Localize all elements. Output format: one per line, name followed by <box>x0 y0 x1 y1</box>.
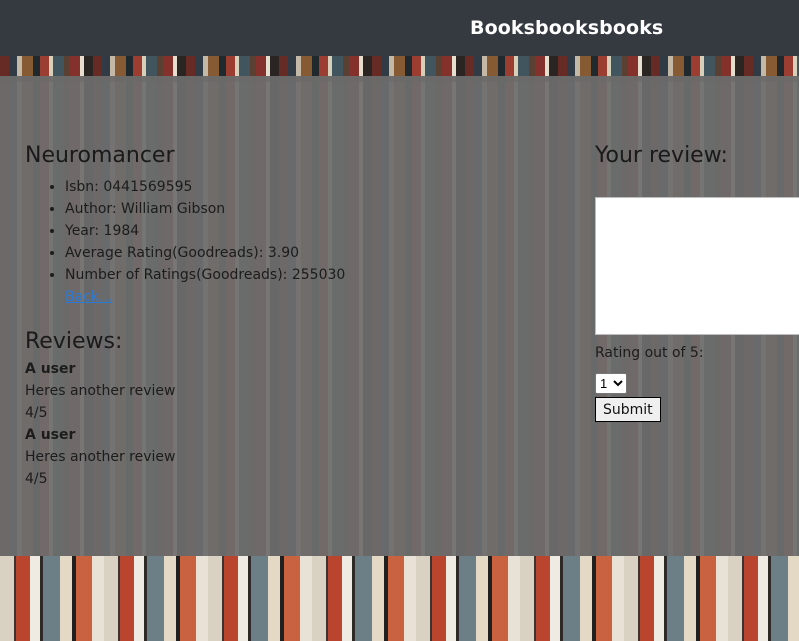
book-title: Neuromancer <box>25 143 175 168</box>
rating-label: Rating out of 5: <box>595 345 704 361</box>
review-item: A user Heres another review 4/5 <box>25 358 565 424</box>
review-item: A user Heres another review 4/5 <box>25 424 565 490</box>
reviews-heading: Reviews: <box>25 329 123 354</box>
book-details-list: Isbn: 0441569595 Author: William Gibson … <box>25 176 565 286</box>
bookshelf-foreground <box>0 556 799 641</box>
navbar: Booksbooksbooks <box>0 0 799 56</box>
review-score: 4/5 <box>25 471 48 487</box>
review-text: Heres another review <box>25 383 176 399</box>
submit-button[interactable]: Submit <box>595 397 661 422</box>
your-review-heading: Your review: <box>595 143 728 168</box>
review-score: 4/5 <box>25 405 48 421</box>
book-details-column: Neuromancer Isbn: 0441569595 Author: Wil… <box>25 140 565 490</box>
detail-number-of-ratings: Number of Ratings(Goodreads): 255030 <box>65 264 565 286</box>
review-user: A user <box>25 427 76 443</box>
rating-select[interactable]: 1 <box>595 373 627 394</box>
review-user: A user <box>25 361 76 377</box>
back-link[interactable]: Back... <box>65 286 565 308</box>
review-text: Heres another review <box>25 449 176 465</box>
detail-author: Author: William Gibson <box>65 198 565 220</box>
review-form: Your review: Rating out of 5: 1 Submit <box>595 140 799 422</box>
detail-average-rating: Average Rating(Goodreads): 3.90 <box>65 242 565 264</box>
brand-title[interactable]: Booksbooksbooks <box>470 17 663 39</box>
detail-isbn: Isbn: 0441569595 <box>65 176 565 198</box>
detail-year: Year: 1984 <box>65 220 565 242</box>
review-textarea[interactable] <box>595 197 799 335</box>
